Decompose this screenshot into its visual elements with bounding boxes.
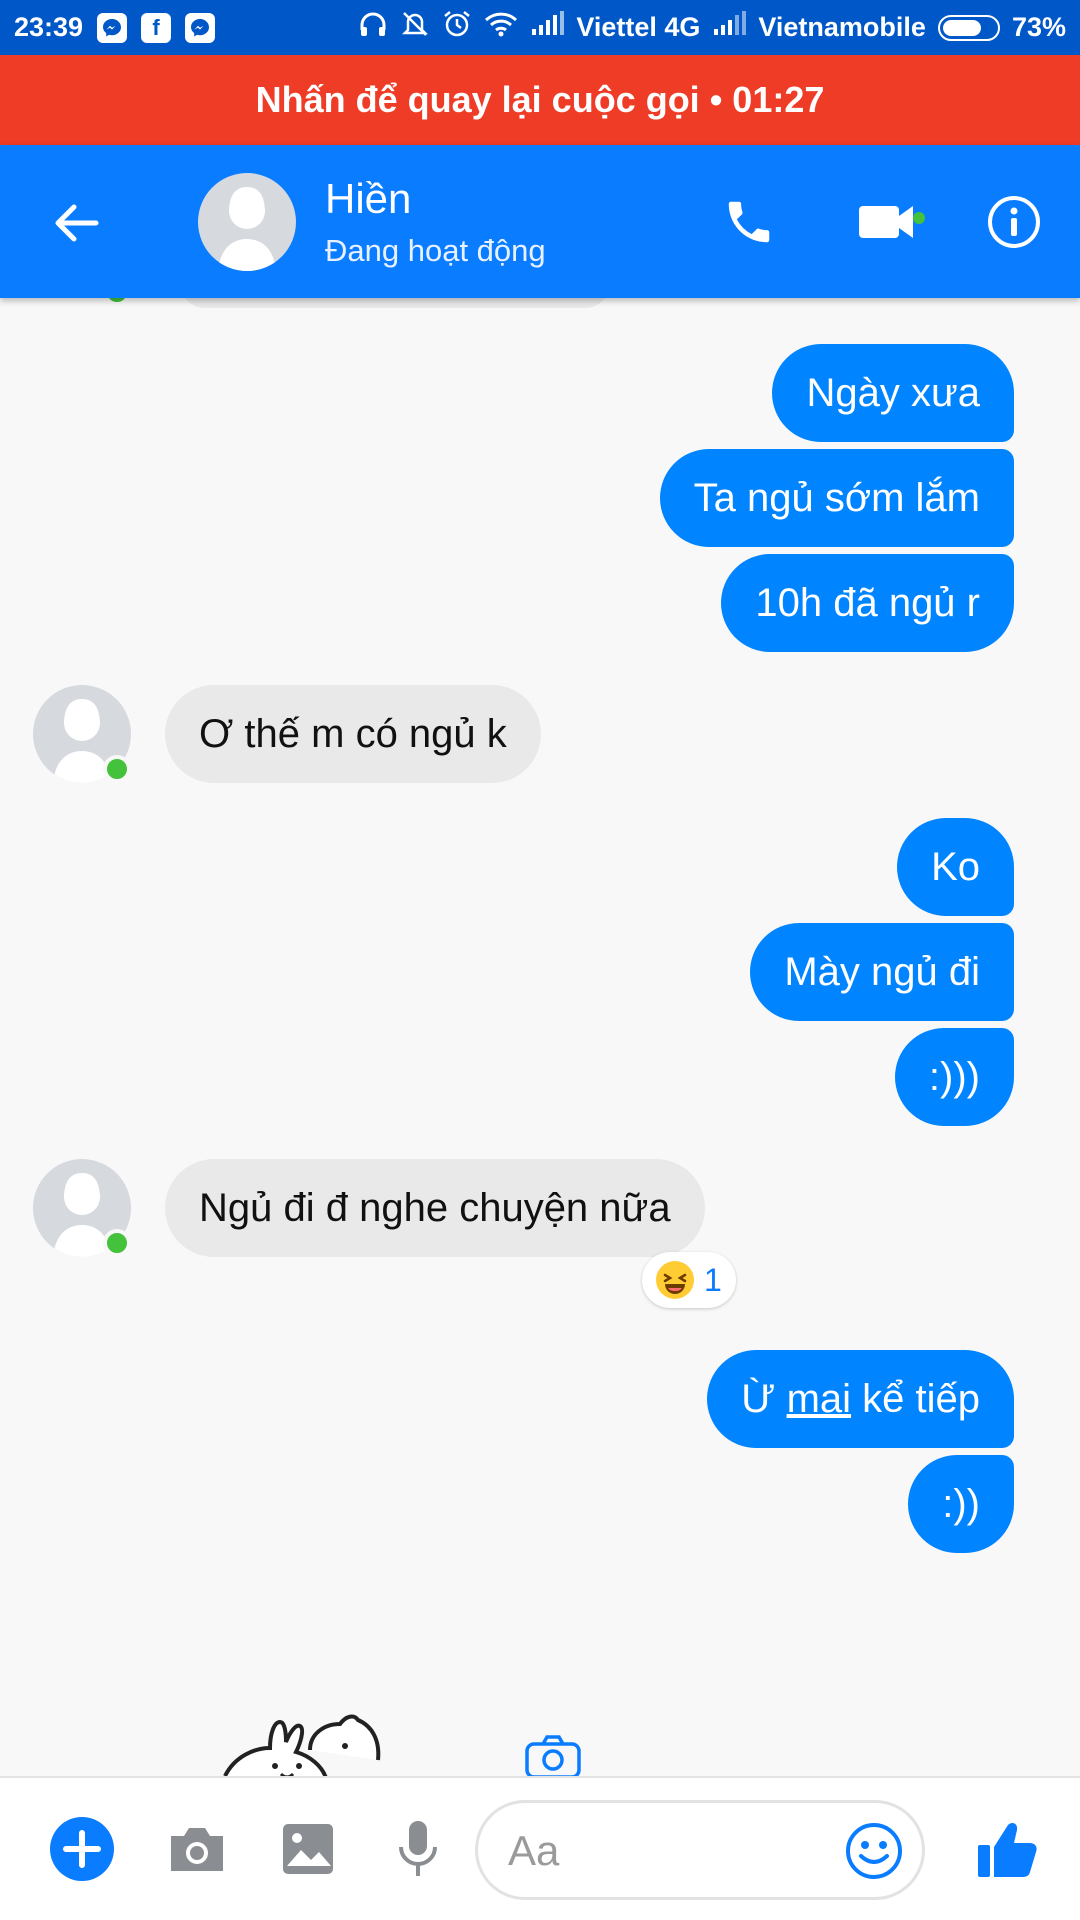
avatar[interactable] (198, 173, 296, 271)
message-outgoing[interactable]: Ko (897, 818, 1014, 916)
message-input-wrapper[interactable] (475, 1800, 925, 1900)
battery-percent: 73% (1011, 12, 1066, 42)
video-call-icon[interactable] (850, 191, 930, 253)
camera-icon[interactable] (524, 1734, 582, 1776)
emoji-icon[interactable] (844, 1821, 904, 1881)
laughing-face-icon (656, 1261, 694, 1299)
silent-bell-icon (400, 9, 430, 46)
back-arrow-icon[interactable] (48, 195, 104, 251)
carrier-2: Vietnamobile (758, 12, 926, 42)
previous-message-bubble (180, 298, 610, 308)
message-outgoing[interactable]: 10h đã ngủ r (721, 554, 1014, 652)
message-input[interactable] (508, 1823, 828, 1879)
contact-name[interactable]: Hiền (325, 175, 411, 223)
message-text: kể tiếp (851, 1376, 980, 1421)
message-link-text[interactable]: mai (787, 1377, 851, 1422)
sticker-image[interactable] (215, 1696, 435, 1776)
return-to-call-banner[interactable]: Nhấn để quay lại cuộc gọi • 01:27 (0, 55, 1080, 145)
phone-icon[interactable] (718, 191, 780, 253)
online-indicator (103, 755, 131, 783)
message-incoming[interactable]: Ơ thế m có ngủ k (165, 685, 541, 783)
status-time: 23:39 (14, 12, 84, 42)
contact-status: Đang hoạt động (325, 233, 546, 268)
call-banner-text: Nhấn để quay lại cuộc gọi • 01:27 (255, 79, 825, 120)
facebook-icon: f (141, 12, 172, 43)
message-outgoing[interactable]: Ngày xưa (772, 344, 1014, 442)
online-indicator (103, 298, 131, 306)
conversation-header: Hiền Đang hoạt động (0, 145, 1080, 298)
info-icon[interactable] (983, 191, 1045, 253)
gallery-icon[interactable] (273, 1814, 343, 1884)
messenger-icon (185, 12, 216, 43)
battery-icon (937, 14, 1000, 41)
signal-icon (712, 11, 747, 44)
thumbs-up-icon[interactable] (966, 1814, 1046, 1884)
message-reaction[interactable]: 1 (642, 1252, 736, 1308)
carrier-1: Viettel 4G (576, 12, 701, 42)
headphones-icon (358, 10, 388, 45)
composer-bar (0, 1776, 1080, 1920)
microphone-icon[interactable] (383, 1814, 453, 1884)
message-outgoing[interactable]: :))) (894, 1028, 1014, 1126)
online-indicator (103, 1229, 131, 1257)
reaction-count: 1 (704, 1261, 722, 1298)
status-bar: 23:39 f Viettel 4G Vietnamobile 73% (0, 0, 1080, 55)
message-outgoing[interactable]: :)) (908, 1455, 1014, 1553)
message-text: Ừ (741, 1376, 787, 1421)
add-icon[interactable] (47, 1814, 117, 1884)
message-outgoing[interactable]: Mày ngủ đi (750, 923, 1014, 1021)
message-list[interactable]: Ngày xưa Ta ngủ sớm lắm 10h đã ngủ r Ơ t… (0, 298, 1080, 1776)
alarm-icon (442, 9, 472, 46)
message-incoming[interactable]: Ngủ đi đ nghe chuyện nữa (165, 1159, 705, 1257)
message-outgoing[interactable]: Ta ngủ sớm lắm (659, 449, 1014, 547)
message-outgoing[interactable]: Ừ mai kể tiếp (707, 1350, 1014, 1448)
camera-icon[interactable] (162, 1814, 232, 1884)
signal-icon (530, 11, 565, 44)
messenger-icon (97, 12, 128, 43)
wifi-icon (484, 10, 518, 45)
